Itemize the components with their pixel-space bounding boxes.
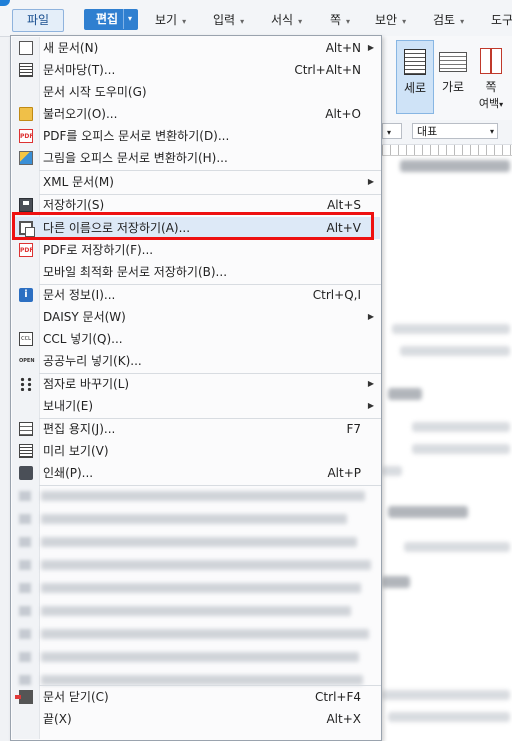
submenu-arrow-icon: ▶ bbox=[367, 177, 374, 186]
menu-input[interactable]: 입력 ▾ bbox=[213, 10, 244, 30]
menu-item-start-wizard[interactable]: 문서 시작 도우미(G) bbox=[12, 81, 380, 103]
page-margins-label-top: 쪽 bbox=[485, 80, 497, 94]
template-icon bbox=[19, 63, 33, 77]
landscape-label: 가로 bbox=[441, 80, 465, 94]
recent-file-item[interactable] bbox=[41, 606, 351, 616]
recent-file-icon bbox=[19, 491, 31, 501]
menu-item-send[interactable]: 보내기(E) ▶ bbox=[12, 395, 380, 417]
style-select-value: 대표 bbox=[417, 125, 438, 138]
preview-icon bbox=[19, 444, 33, 458]
menu-item-preview[interactable]: 미리 보기(V) bbox=[12, 440, 380, 462]
recent-file-item[interactable] bbox=[41, 560, 371, 570]
folder-open-icon bbox=[19, 107, 33, 121]
menu-item-save-pdf[interactable]: PDF PDF로 저장하기(F)... bbox=[12, 239, 380, 261]
print-icon bbox=[19, 466, 33, 480]
recent-file-item[interactable] bbox=[41, 675, 363, 685]
pdf-icon: PDF bbox=[19, 129, 33, 143]
menu-item-page-setup[interactable]: 편집 용지(J)... F7 bbox=[12, 418, 380, 440]
recent-file-item[interactable] bbox=[41, 652, 359, 662]
submenu-arrow-icon: ▶ bbox=[367, 379, 374, 388]
menu-format[interactable]: 서식 ▾ bbox=[271, 10, 302, 30]
recent-file-item[interactable] bbox=[41, 514, 347, 524]
recent-file-icon bbox=[19, 675, 31, 685]
submenu-arrow-icon: ▶ bbox=[367, 401, 374, 410]
style-select[interactable]: 대표 ▾ bbox=[412, 123, 498, 139]
file-menu: 새 문서(N) Alt+N ▶ 문서마당(T)... Ctrl+Alt+N 문서… bbox=[10, 35, 382, 741]
portrait-page-icon bbox=[404, 49, 426, 75]
menu-tools[interactable]: 도구 bbox=[491, 10, 512, 30]
menu-item-braille[interactable]: 점자로 바꾸기(L) ▶ bbox=[12, 373, 380, 395]
save-icon bbox=[19, 198, 33, 212]
braille-icon bbox=[19, 377, 33, 391]
menu-item-image-convert[interactable]: 그림을 오피스 문서로 변환하기(H)... bbox=[12, 147, 380, 169]
chevron-down-icon[interactable]: ▾ bbox=[123, 9, 136, 29]
menu-item-ccl[interactable]: CCL CCL 넣기(Q)... bbox=[12, 328, 380, 350]
menu-item-pdf-convert[interactable]: PDF PDF를 오피스 문서로 변환하기(D)... bbox=[12, 125, 380, 147]
page-margins-icon bbox=[480, 48, 502, 74]
menu-item-template[interactable]: 문서마당(T)... Ctrl+Alt+N bbox=[12, 59, 380, 81]
portrait-button[interactable]: 세로 bbox=[396, 40, 434, 114]
menu-item-close-document[interactable]: 문서 닫기(C) Ctrl+F4 bbox=[12, 686, 380, 708]
recent-file-icon bbox=[19, 652, 31, 662]
submenu-arrow-icon: ▶ bbox=[367, 312, 374, 321]
app-logo-icon bbox=[0, 0, 10, 6]
prev-select[interactable]: ▾ bbox=[382, 123, 402, 139]
document-page[interactable] bbox=[382, 156, 512, 741]
format-toolbar: ▾ 대표 ▾ bbox=[382, 120, 512, 145]
menu-item-print[interactable]: 인쇄(P)... Alt+P bbox=[12, 462, 380, 484]
menu-edit[interactable]: 편집 ▾ bbox=[84, 9, 138, 30]
recent-file-item[interactable] bbox=[41, 537, 357, 547]
recent-file-icon bbox=[19, 629, 31, 639]
recent-file-icon bbox=[19, 606, 31, 616]
menu-view[interactable]: 보기 ▾ bbox=[155, 10, 186, 30]
menu-item-daisy[interactable]: DAISY 문서(W) ▶ bbox=[12, 306, 380, 328]
recent-file-icon bbox=[19, 514, 31, 524]
info-icon: i bbox=[19, 288, 33, 302]
close-document-icon bbox=[15, 690, 33, 704]
page-setup-icon bbox=[19, 422, 33, 436]
menu-item-save-mobile[interactable]: 모바일 최적화 문서로 저장하기(B)... bbox=[12, 261, 380, 283]
menu-item-open[interactable]: 불러오기(O)... Alt+O bbox=[12, 103, 380, 125]
horizontal-ruler bbox=[382, 145, 512, 156]
recent-file-item[interactable] bbox=[41, 491, 365, 501]
page-margins-button[interactable]: 쪽 여백▾ bbox=[472, 40, 510, 114]
menu-item-open-license[interactable]: OPEN 공공누리 넣기(K)... bbox=[12, 350, 380, 372]
menu-item-xml[interactable]: XML 문서(M) ▶ bbox=[12, 171, 380, 193]
new-document-icon bbox=[19, 41, 33, 55]
recent-file-icon bbox=[19, 583, 31, 593]
menu-page[interactable]: 쪽 ▾ bbox=[330, 10, 350, 30]
highlight-box bbox=[12, 212, 374, 240]
ribbon-toolbar: 세로 가로 쪽 여백▾ bbox=[382, 36, 512, 121]
landscape-button[interactable]: 가로 bbox=[434, 40, 472, 114]
landscape-page-icon bbox=[439, 52, 467, 72]
recent-file-icon bbox=[19, 537, 31, 547]
pdf-save-icon: PDF bbox=[19, 243, 33, 257]
menu-item-new-document[interactable]: 새 문서(N) Alt+N ▶ bbox=[12, 37, 380, 59]
menu-file[interactable]: 파일 bbox=[12, 9, 64, 32]
portrait-label: 세로 bbox=[403, 81, 427, 95]
menu-separator bbox=[39, 485, 381, 486]
image-convert-icon bbox=[19, 151, 33, 165]
menu-review[interactable]: 검토 ▾ bbox=[433, 10, 464, 30]
recent-file-item[interactable] bbox=[41, 629, 369, 639]
ccl-icon: CCL bbox=[19, 332, 33, 346]
page-margins-label-bottom: 여백 bbox=[478, 97, 500, 110]
menu-edit-label: 편집 bbox=[96, 12, 119, 26]
recent-file-item[interactable] bbox=[41, 583, 361, 593]
submenu-arrow-icon: ▶ bbox=[367, 43, 374, 52]
recent-file-icon bbox=[19, 560, 31, 570]
open-license-icon: OPEN bbox=[19, 358, 35, 364]
menu-item-exit[interactable]: 끝(X) Alt+X bbox=[12, 708, 380, 730]
menu-security[interactable]: 보안 ▾ bbox=[375, 10, 406, 30]
menu-item-document-info[interactable]: i 문서 정보(I)... Ctrl+Q,I bbox=[12, 284, 380, 306]
menu-bar: 파일 편집 ▾ 보기 ▾ 입력 ▾ 서식 ▾ 쪽 ▾ 보안 ▾ 검토 ▾ 도구 bbox=[0, 0, 512, 37]
